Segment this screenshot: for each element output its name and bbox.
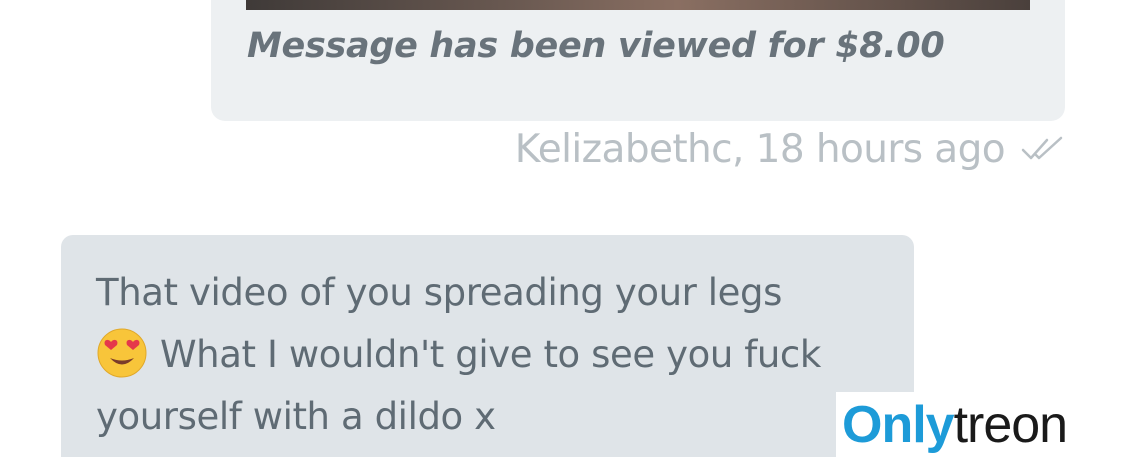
sent-message-meta: Kelizabethc, 18 hours ago — [515, 124, 1065, 174]
media-preview-image[interactable] — [246, 0, 1030, 10]
watermark-treon: treon — [953, 395, 1069, 454]
message-viewed-status: Message has been viewed for $8.00 — [247, 26, 945, 66]
heart-eyes-emoji-icon — [97, 328, 147, 378]
brand-watermark: Only treon — [836, 392, 1125, 457]
watermark-only: Only — [842, 395, 955, 454]
sender-timestamp: Kelizabethc, 18 hours ago — [514, 126, 1006, 172]
received-message-text: That video of you spreading your legs Wh… — [96, 262, 896, 448]
message-line: yourself with a dildo x — [96, 395, 496, 438]
double-check-icon — [1021, 136, 1063, 160]
message-line: What I wouldn't give to see you fuck — [160, 333, 821, 376]
message-line: That video of you spreading your legs — [96, 271, 783, 314]
message-line-with-emoji: What I wouldn't give to see you fuck — [96, 324, 896, 386]
